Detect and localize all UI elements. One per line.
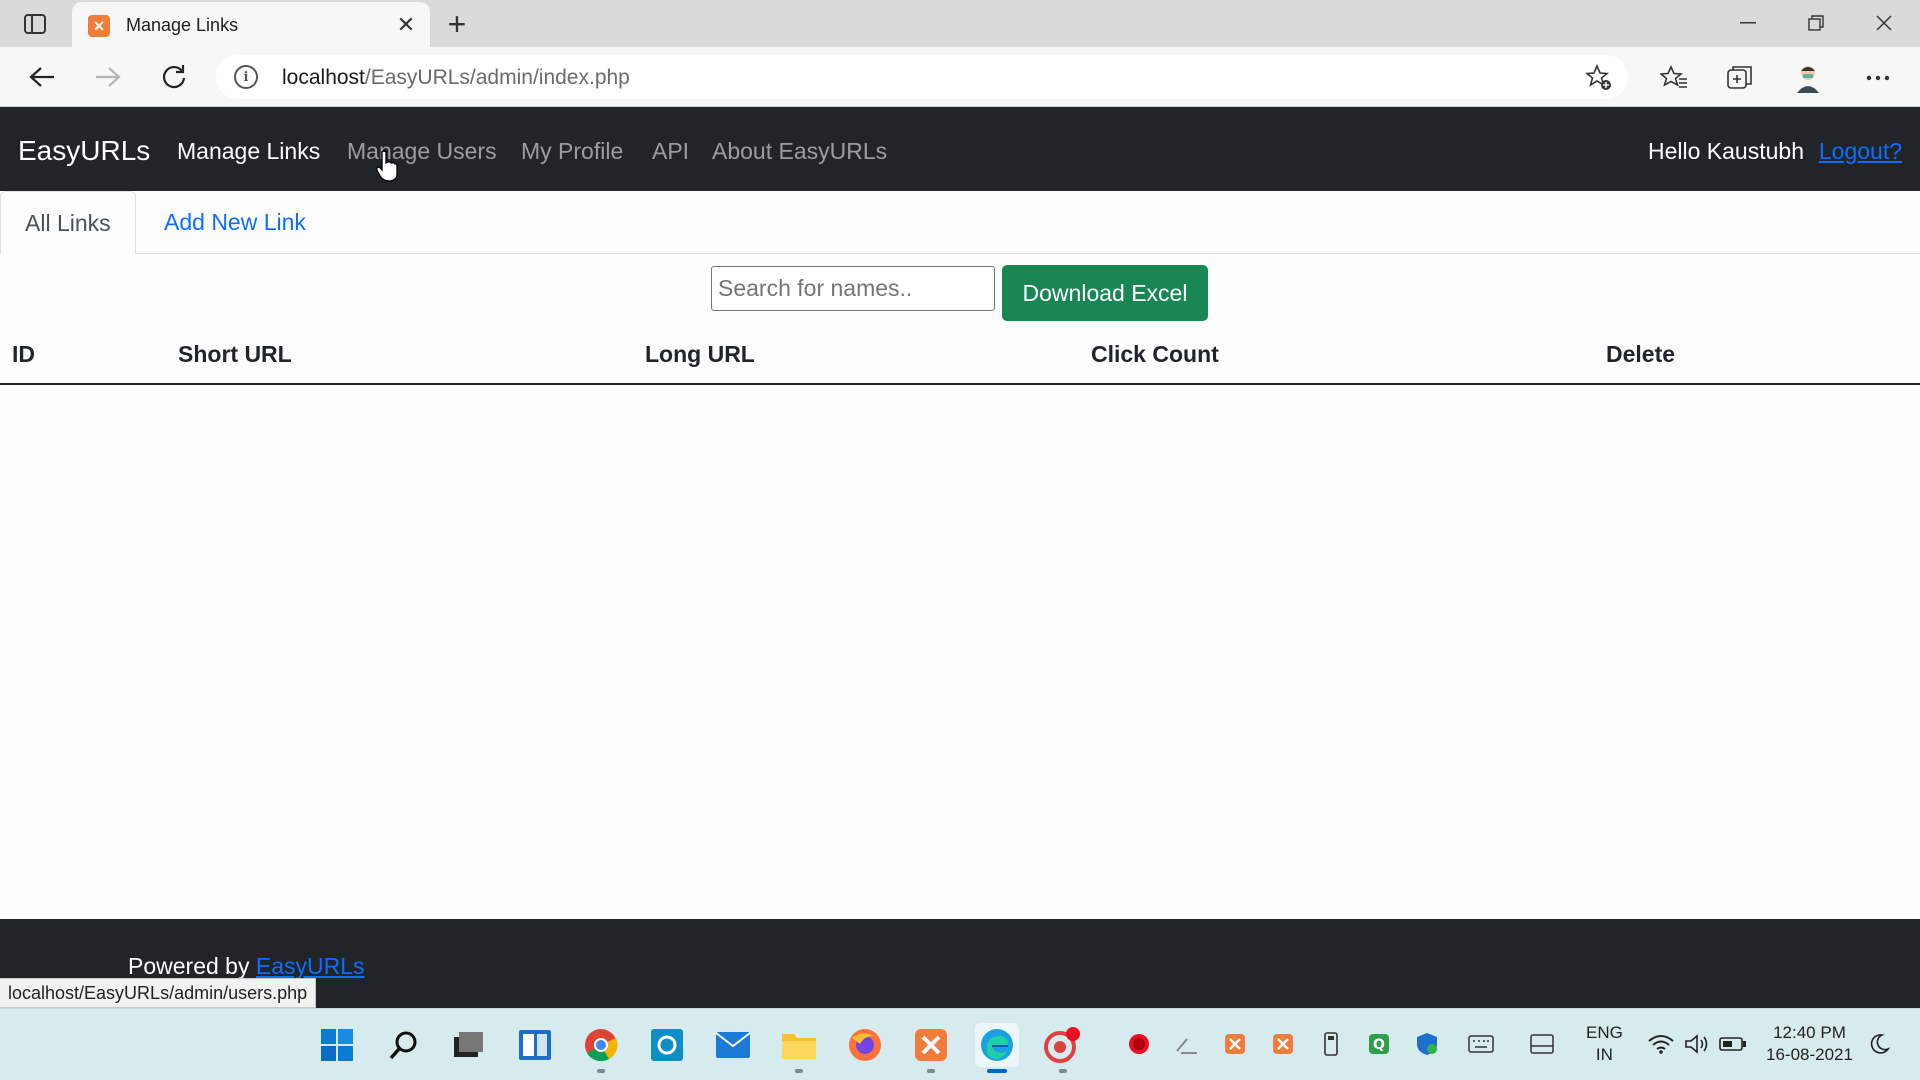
edge-icon[interactable] — [975, 1023, 1019, 1073]
column-header-id: ID — [12, 341, 35, 367]
volume-icon[interactable] — [1682, 1029, 1712, 1059]
powered-by-label: Powered by — [128, 953, 250, 979]
add-favorite-icon[interactable] — [1584, 63, 1614, 93]
mail-icon[interactable] — [711, 1023, 755, 1067]
back-arrow-icon[interactable] — [22, 57, 62, 97]
windows-taskbar: Q ENG IN 12:40 PM 16-08-2021 — [0, 1008, 1920, 1080]
collections-icon[interactable] — [1720, 59, 1760, 97]
new-tab-button[interactable]: + — [440, 6, 474, 42]
search-input[interactable] — [711, 266, 995, 311]
touch-keyboard-icon[interactable] — [1527, 1029, 1557, 1059]
running-indicator — [597, 1069, 605, 1073]
running-indicator — [795, 1069, 803, 1073]
language-region: IN — [1595, 1045, 1613, 1064]
nav-api[interactable]: API — [652, 138, 689, 165]
svg-text:Q: Q — [1373, 1037, 1385, 1053]
tab-all-links[interactable]: All Links — [0, 191, 136, 255]
battery-icon[interactable] — [1718, 1029, 1748, 1059]
security-shield-icon[interactable] — [1412, 1029, 1442, 1059]
user-greeting: Hello Kaustubh — [1648, 138, 1804, 164]
language-code: ENG — [1586, 1023, 1623, 1042]
profile-avatar-icon[interactable] — [1788, 59, 1828, 97]
search-icon[interactable] — [382, 1023, 426, 1067]
address-bar[interactable]: i localhost/EasyURLs/admin/index.php — [216, 55, 1628, 99]
focus-assist-moon-icon[interactable] — [1864, 1029, 1894, 1059]
running-indicator — [927, 1069, 935, 1073]
browser-tabstrip: ✕ Manage Links ✕ + — [0, 0, 1920, 48]
column-header-short-url: Short URL — [178, 341, 292, 367]
forward-arrow-icon[interactable] — [88, 57, 128, 97]
pen-tray-icon[interactable] — [1172, 1029, 1202, 1059]
language-indicator[interactable]: ENG IN — [1586, 1022, 1623, 1066]
restore-icon[interactable] — [1794, 6, 1838, 40]
keyboard-icon[interactable] — [1466, 1029, 1496, 1059]
browser-tab-active[interactable]: ✕ Manage Links ✕ — [72, 2, 430, 48]
nav-manage-links[interactable]: Manage Links — [177, 138, 320, 165]
column-header-long-url: Long URL — [645, 341, 755, 367]
minimize-icon[interactable] — [1726, 6, 1770, 40]
brand-logo[interactable]: EasyURLs — [18, 135, 150, 167]
chrome-icon[interactable] — [579, 1023, 623, 1073]
site-info-icon[interactable]: i — [234, 65, 258, 89]
site-navbar: EasyURLs Manage Links Manage Users My Pr… — [0, 107, 1920, 191]
record-indicator-icon[interactable] — [1124, 1029, 1154, 1059]
more-options-icon[interactable] — [1858, 59, 1898, 97]
column-header-delete: Delete — [1606, 341, 1676, 367]
links-tabs: All Links Add New Link — [0, 191, 1920, 255]
wifi-icon[interactable] — [1646, 1029, 1676, 1059]
powered-by-text: Powered by EasyURLs — [128, 953, 365, 980]
start-windows-icon[interactable] — [315, 1023, 359, 1067]
xampp-favicon-icon: ✕ — [88, 15, 110, 37]
browser-toolbar: i localhost/EasyURLs/admin/index.php — [0, 47, 1920, 107]
clock-date: 16-08-2021 — [1766, 1045, 1853, 1064]
active-indicator — [987, 1069, 1007, 1073]
footer-easyurls-link[interactable]: EasyURLs — [256, 953, 365, 979]
nav-about[interactable]: About EasyURLs — [712, 138, 887, 165]
system-clock[interactable]: 12:40 PM 16-08-2021 — [1766, 1022, 1853, 1066]
refresh-icon[interactable] — [154, 57, 194, 97]
cortana-icon[interactable] — [645, 1023, 689, 1067]
download-excel-button[interactable]: Download Excel — [1002, 265, 1208, 321]
tab-actions-icon[interactable] — [18, 10, 52, 38]
xampp-tray-icon-2[interactable] — [1268, 1029, 1298, 1059]
xampp-icon[interactable] — [909, 1023, 953, 1073]
column-header-click-count: Click Count — [1091, 341, 1219, 367]
tab-close-icon[interactable]: ✕ — [392, 11, 420, 39]
qbittorrent-icon[interactable]: Q — [1364, 1029, 1394, 1059]
task-view-icon[interactable] — [447, 1023, 491, 1067]
links-table-header: ID Short URL Long URL Click Count Delete — [0, 333, 1920, 385]
hand-cursor-icon — [376, 150, 398, 182]
close-window-icon[interactable] — [1862, 6, 1906, 40]
usb-drive-icon[interactable] — [1316, 1029, 1346, 1059]
tab-add-new-link[interactable]: Add New Link — [140, 191, 330, 254]
nav-my-profile[interactable]: My Profile — [521, 138, 623, 165]
file-explorer-icon[interactable] — [777, 1023, 821, 1073]
widgets-icon[interactable] — [513, 1023, 557, 1067]
favorites-icon[interactable] — [1654, 59, 1694, 97]
nav-manage-users[interactable]: Manage Users — [347, 138, 497, 165]
browser-tab-title: Manage Links — [126, 15, 239, 35]
address-host: localhost — [282, 66, 365, 89]
logout-link[interactable]: Logout? — [1819, 138, 1902, 165]
address-path: /EasyURLs/admin/index.php — [364, 66, 630, 89]
clock-time: 12:40 PM — [1773, 1023, 1846, 1042]
address-text[interactable]: localhost/EasyURLs/admin/index.php — [282, 66, 630, 90]
xampp-tray-icon[interactable] — [1220, 1029, 1250, 1059]
running-indicator — [1059, 1069, 1067, 1073]
firefox-icon[interactable] — [843, 1023, 887, 1067]
link-status-bar: localhost/EasyURLs/admin/users.php — [0, 978, 317, 1008]
screen-recorder-icon[interactable] — [1041, 1023, 1085, 1073]
